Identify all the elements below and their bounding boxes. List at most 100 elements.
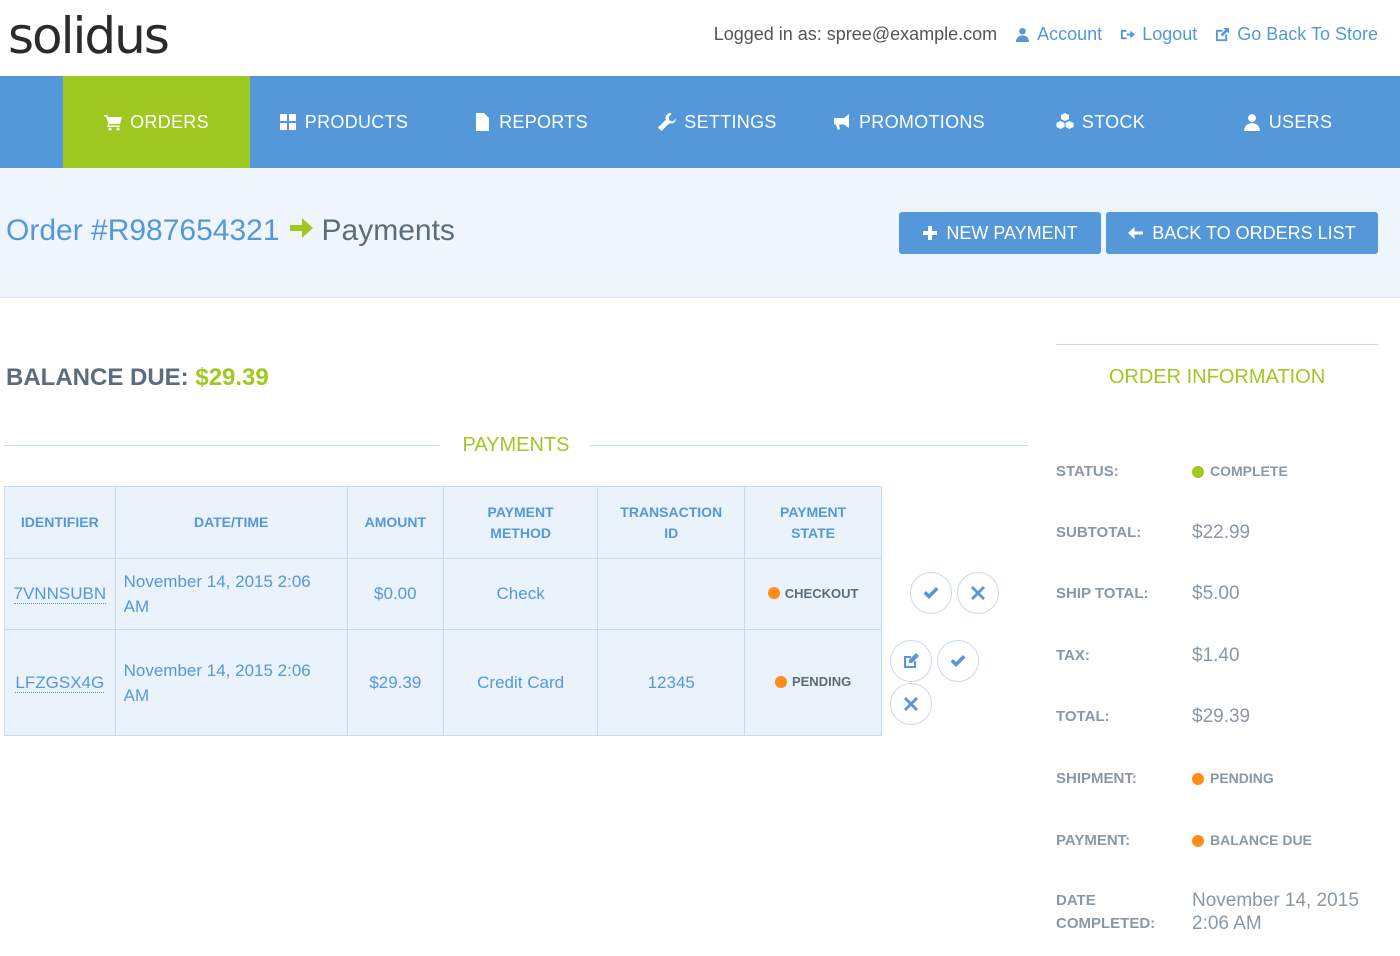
payments-heading: PAYMENTS — [4, 432, 1028, 460]
payment-method: Credit Card — [442, 629, 599, 736]
back-to-orders-label: BACK TO ORDERS LIST — [1152, 222, 1356, 243]
info-value: BALANCE DUE — [1192, 829, 1378, 852]
info-ship-total: SHIP TOTAL: $5.00 — [1056, 582, 1378, 605]
info-label: STATUS: — [1056, 463, 1119, 480]
logout-label: Logout — [1142, 24, 1198, 44]
info-value: $22.99 — [1192, 522, 1251, 543]
status-dot-icon — [767, 587, 780, 599]
payment-amount: $0.00 — [346, 558, 444, 630]
info-label: DATE COMPLETED: — [1056, 892, 1156, 932]
account-link[interactable]: Account — [1015, 24, 1102, 45]
info-tax: TAX: $1.40 — [1056, 644, 1378, 667]
nav-promotions-label: PROMOTIONS — [858, 111, 985, 132]
info-label: SHIPMENT: — [1056, 770, 1137, 787]
payment-identifier-link[interactable]: 7VNNSUBN — [13, 584, 107, 604]
close-icon — [904, 697, 918, 711]
payment-identifier: 7VNNSUBN — [4, 558, 116, 630]
check-icon — [950, 655, 966, 667]
col-amount: AMOUNT — [346, 486, 444, 559]
check-icon — [923, 587, 939, 599]
store-link[interactable]: Go Back To Store — [1215, 24, 1378, 45]
page-title: Order #R987654321 Payments — [6, 214, 455, 248]
payment-amount: $29.39 — [346, 629, 444, 736]
col-payment-method: PAYMENT METHOD — [442, 486, 599, 559]
table-row: 7VNNSUBN November 14, 2015 2:06 AM $0.00… — [4, 558, 882, 630]
info-value: $1.40 — [1192, 645, 1240, 666]
payments-heading-label: PAYMENTS — [462, 434, 570, 456]
status-dot-icon — [1192, 465, 1204, 478]
info-shipment: SHIPMENT: PENDING — [1056, 767, 1378, 790]
solidus-logo[interactable]: solidus — [8, 6, 170, 66]
capture-button[interactable] — [937, 640, 979, 682]
payment-state: PENDING — [744, 629, 882, 736]
nav-stock[interactable]: STOCK — [1007, 76, 1194, 168]
payment-identifier: LFZGSX4G — [4, 629, 116, 736]
nav-users-label: USERS — [1268, 111, 1333, 132]
external-link-icon — [1216, 27, 1230, 42]
info-subtotal: SUBTOTAL: $22.99 — [1056, 521, 1378, 544]
void-button[interactable] — [957, 572, 999, 614]
state-label: PENDING — [791, 674, 852, 689]
divider — [1056, 344, 1378, 345]
order-number-link[interactable]: Order #R987654321 — [6, 214, 280, 248]
back-to-orders-button[interactable]: BACK TO ORDERS LIST — [1106, 212, 1378, 254]
info-payment: PAYMENT: BALANCE DUE — [1056, 829, 1378, 852]
arrow-left-icon — [1128, 227, 1144, 239]
info-value: November 14, 2015 2:06 AM — [1192, 890, 1359, 934]
new-payment-button[interactable]: NEW PAYMENT — [899, 212, 1101, 254]
nav-settings[interactable]: SETTINGS — [624, 76, 811, 168]
info-date-completed: DATE COMPLETED: November 14, 2015 2:06 A… — [1056, 889, 1378, 935]
state-label: CHECKOUT — [784, 585, 859, 601]
nav-orders[interactable]: ORDERS — [63, 76, 250, 176]
info-label: SHIP TOTAL: — [1056, 585, 1149, 602]
info-label: SUBTOTAL: — [1056, 524, 1142, 541]
logout-link[interactable]: Logout — [1120, 24, 1197, 45]
nav-stock-label: STOCK — [1081, 111, 1146, 132]
nav-orders-label: ORDERS — [130, 111, 209, 132]
payment-state: CHECKOUT — [744, 558, 882, 630]
bullhorn-icon — [833, 114, 849, 130]
payment-value: BALANCE DUE — [1210, 832, 1312, 848]
wrench-icon — [658, 113, 677, 131]
info-value: $5.00 — [1192, 583, 1240, 604]
user-bar: Logged in as: spree@example.com Account … — [714, 24, 1378, 45]
nav-users[interactable]: USERS — [1194, 76, 1381, 168]
col-datetime: DATE/TIME — [114, 486, 348, 559]
user-icon — [1016, 27, 1030, 42]
th-large-icon — [279, 114, 296, 130]
nav-products[interactable]: PRODUCTS — [250, 76, 437, 168]
info-value: PENDING — [1192, 767, 1378, 790]
cubes-icon — [1056, 113, 1074, 129]
file-icon — [476, 113, 490, 131]
info-label: TAX: — [1056, 647, 1090, 664]
logged-in-text: Logged in as: spree@example.com — [713, 24, 998, 44]
edit-icon — [904, 653, 919, 668]
status-dot-icon — [1192, 772, 1204, 785]
info-value: COMPLETE — [1192, 460, 1378, 483]
col-payment-state: PAYMENT STATE — [744, 486, 882, 559]
nav-reports[interactable]: REPORTS — [437, 76, 624, 168]
balance-due: BALANCE DUE: $29.39 — [6, 364, 269, 392]
nav-products-label: PRODUCTS — [304, 111, 409, 132]
info-total: TOTAL: $29.39 — [1056, 705, 1378, 728]
payment-datetime: November 14, 2015 2:06 AM — [114, 558, 348, 630]
payment-identifier-link[interactable]: LFZGSX4G — [15, 672, 105, 693]
plus-icon — [923, 226, 938, 240]
payment-method: Check — [442, 558, 599, 630]
table-header-row: IDENTIFIER DATE/TIME AMOUNT PAYMENT METH… — [4, 486, 882, 559]
status-dot-icon — [1192, 834, 1204, 847]
nav-promotions[interactable]: PROMOTIONS — [811, 76, 1007, 168]
order-information-title: ORDER INFORMATION — [1108, 366, 1326, 388]
payment-datetime: November 14, 2015 2:06 AM — [114, 629, 348, 736]
balance-label: BALANCE DUE: — [6, 364, 189, 391]
void-button[interactable] — [890, 683, 932, 725]
capture-button[interactable] — [910, 572, 952, 614]
section-title: Payments — [321, 214, 455, 247]
col-identifier: IDENTIFIER — [4, 486, 116, 559]
transaction-id: 12345 — [597, 629, 746, 736]
new-payment-label: NEW PAYMENT — [946, 222, 1078, 243]
nav-reports-label: REPORTS — [499, 111, 588, 132]
edit-button[interactable] — [890, 640, 932, 682]
info-value: $29.39 — [1192, 706, 1251, 727]
cart-icon — [104, 115, 123, 131]
